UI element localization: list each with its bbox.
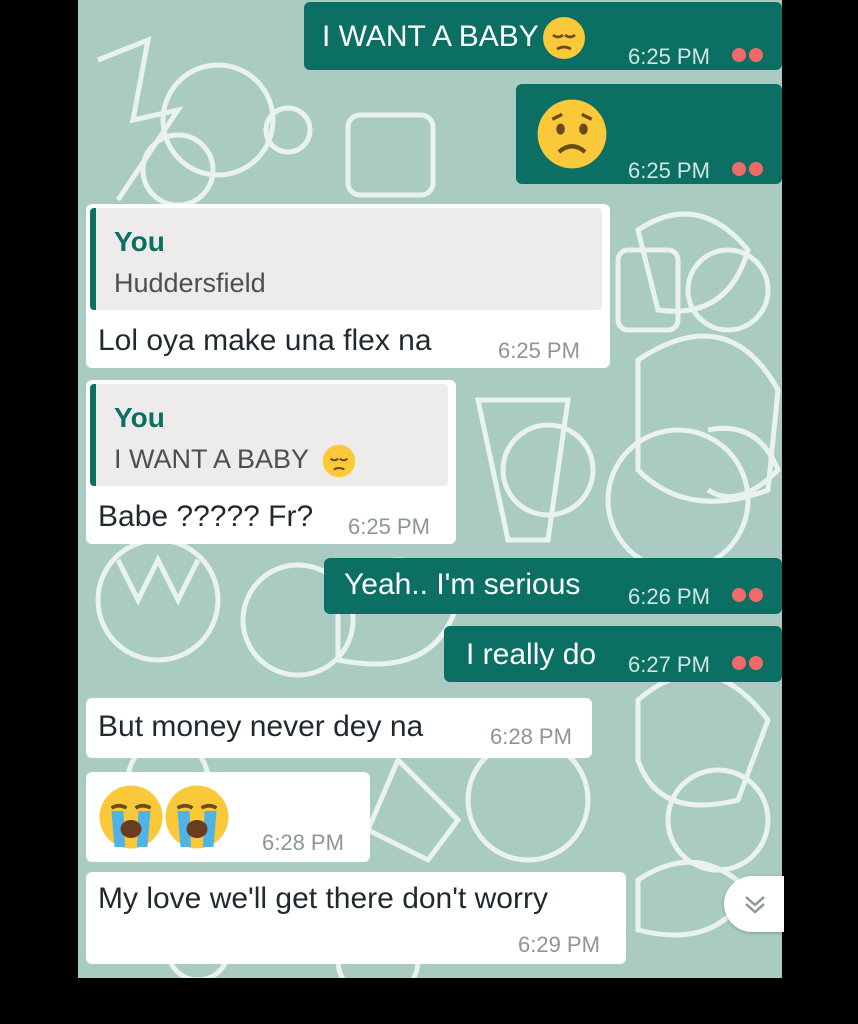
read-receipt-icon — [732, 162, 766, 176]
message-text: Lol oya make una flex na — [98, 324, 432, 357]
message-incoming[interactable]: 6:28 PM — [86, 772, 370, 862]
message-time: 6:25 PM — [498, 338, 580, 363]
read-receipt-icon — [732, 588, 766, 602]
message-outgoing[interactable]: I really do 6:27 PM — [444, 626, 782, 682]
message-time: 6:28 PM — [490, 724, 572, 749]
chat-area[interactable]: I WANT A BABY 6:25 PM 6:25 PM You Hudder… — [78, 0, 782, 978]
quoted-message[interactable]: You Huddersfield — [90, 208, 602, 310]
pensive-face-emoji — [322, 444, 356, 478]
message-outgoing[interactable]: I WANT A BABY 6:25 PM — [304, 2, 782, 70]
worried-face-emoji — [537, 99, 607, 169]
quote-text: Huddersfield — [114, 268, 266, 298]
message-text: I really do — [466, 638, 597, 671]
message-text: Yeah.. I'm serious — [344, 568, 581, 601]
quote-text: I WANT A BABY — [114, 444, 310, 474]
quote-author: You — [114, 402, 165, 433]
message-text: But money never dey na — [98, 710, 424, 743]
message-time: 6:25 PM — [628, 158, 710, 183]
message-time: 6:28 PM — [262, 830, 344, 855]
read-receipt-icon — [732, 48, 766, 62]
message-time: 6:27 PM — [628, 652, 710, 677]
message-outgoing[interactable]: 6:25 PM — [516, 84, 782, 184]
message-outgoing[interactable]: Yeah.. I'm serious 6:26 PM — [324, 558, 782, 614]
pensive-face-emoji — [543, 17, 585, 59]
read-receipt-icon — [732, 656, 766, 670]
message-text: My love we'll get there don't worry — [98, 882, 548, 915]
message-incoming[interactable]: You I WANT A BABY Babe ????? Fr? 6:25 PM — [86, 380, 456, 544]
scroll-to-bottom-button[interactable] — [724, 876, 784, 932]
loudly-crying-face-emoji — [99, 785, 163, 849]
message-time: 6:25 PM — [348, 514, 430, 539]
message-incoming[interactable]: My love we'll get there don't worry 6:29… — [86, 872, 626, 964]
message-incoming[interactable]: But money never dey na 6:28 PM — [86, 698, 592, 758]
message-text: I WANT A BABY — [322, 20, 539, 53]
message-time: 6:26 PM — [628, 584, 710, 609]
double-chevron-down-icon — [745, 896, 765, 914]
message-text: Babe ????? Fr? — [98, 500, 314, 533]
message-time: 6:29 PM — [518, 932, 600, 957]
quoted-message[interactable]: You I WANT A BABY — [90, 384, 448, 486]
message-time: 6:25 PM — [628, 44, 710, 69]
quote-author: You — [114, 226, 165, 257]
message-incoming[interactable]: You Huddersfield Lol oya make una flex n… — [86, 204, 610, 368]
loudly-crying-face-emoji — [165, 785, 229, 849]
